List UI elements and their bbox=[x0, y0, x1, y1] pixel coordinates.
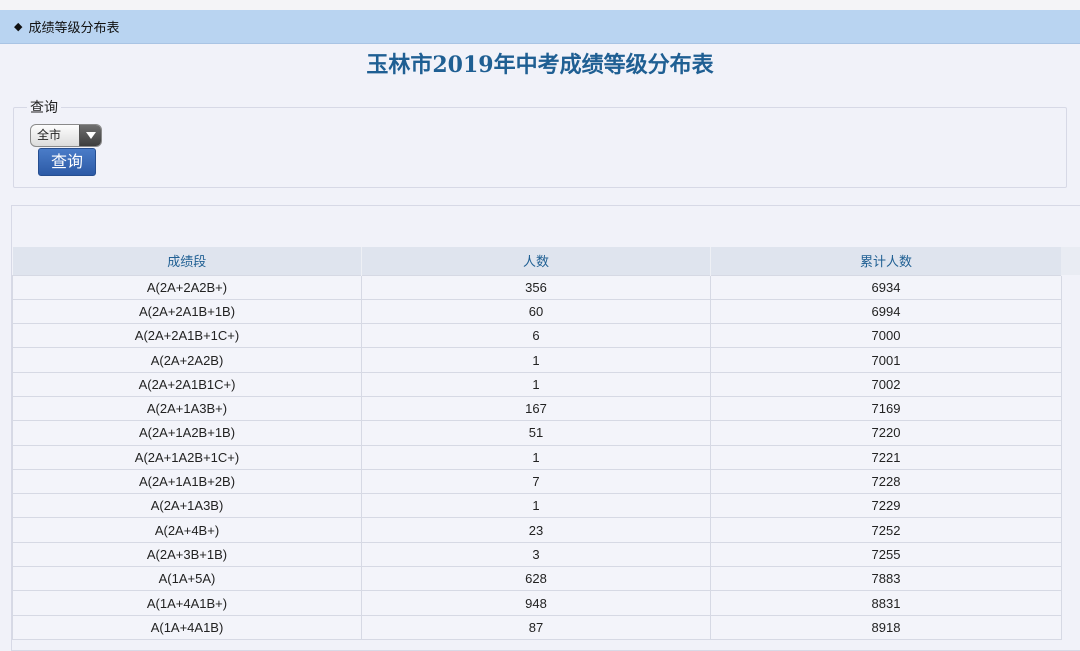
table-row: A(2A+1A3B) 1 7229 bbox=[12, 493, 1062, 519]
cell-count: 628 bbox=[361, 566, 711, 592]
table-row: A(2A+2A2B) 1 7001 bbox=[12, 347, 1062, 373]
grade-distribution-table: 成绩段 人数 累计人数 A(2A+2A2B+) 356 6934 A(2A+2A1B+… bbox=[12, 247, 1062, 640]
table-row: A(2A+3B+1B) 3 7255 bbox=[12, 541, 1062, 568]
cell-score-band: A(2A+1A2B+1C+) bbox=[12, 444, 362, 470]
cell-cumulative: 7252 bbox=[710, 517, 1062, 543]
cell-cumulative: 7255 bbox=[710, 541, 1062, 568]
query-legend: 查询 bbox=[30, 100, 58, 116]
table-row: A(2A+1A2B+1B) 51 7220 bbox=[12, 420, 1062, 446]
cell-score-band: A(2A+3B+1B) bbox=[12, 541, 362, 568]
cell-count: 356 bbox=[361, 274, 711, 300]
cell-score-band: A(2A+2A1B+1C+) bbox=[12, 323, 362, 349]
cell-count: 1 bbox=[361, 371, 711, 397]
dropdown-arrow-icon[interactable] bbox=[79, 125, 101, 146]
table-row: A(1A+4A1B) 87 8918 bbox=[12, 614, 1062, 640]
cell-cumulative: 6994 bbox=[710, 298, 1062, 325]
cell-score-band: A(2A+1A3B+) bbox=[12, 395, 362, 422]
column-header-score-band[interactable]: 成绩段 bbox=[12, 247, 362, 275]
column-header-count[interactable]: 人数 bbox=[361, 247, 711, 275]
cell-cumulative: 6934 bbox=[710, 274, 1062, 300]
table-row: A(2A+2A1B+1C+) 6 7000 bbox=[12, 323, 1062, 349]
cell-cumulative: 7883 bbox=[710, 566, 1062, 592]
cell-score-band: A(2A+4B+) bbox=[12, 517, 362, 543]
cell-score-band: A(1A+4A1B+) bbox=[12, 590, 362, 616]
table-row: A(2A+1A1B+2B) 7 7228 bbox=[12, 468, 1062, 495]
query-button[interactable]: 查询 bbox=[38, 148, 96, 176]
cell-count: 3 bbox=[361, 541, 711, 568]
cell-cumulative: 7220 bbox=[710, 420, 1062, 446]
cell-score-band: A(2A+2A2B) bbox=[12, 347, 362, 373]
cell-count: 60 bbox=[361, 298, 711, 325]
cell-cumulative: 7002 bbox=[710, 371, 1062, 397]
table-row: A(2A+2A1B1C+) 1 7002 bbox=[12, 371, 1062, 397]
cell-score-band: A(1A+4A1B) bbox=[12, 614, 362, 640]
table-row: A(1A+5A) 628 7883 bbox=[12, 566, 1062, 592]
section-header-title: 成绩等级分布表 bbox=[28, 21, 120, 36]
cell-cumulative: 7229 bbox=[710, 493, 1062, 519]
cell-score-band: A(2A+1A3B) bbox=[12, 493, 362, 519]
table-row: A(2A+4B+) 23 7252 bbox=[12, 517, 1062, 543]
cell-count: 51 bbox=[361, 420, 711, 446]
section-header: ◆ 成绩等级分布表 bbox=[0, 10, 1080, 44]
city-select[interactable]: 全市 bbox=[30, 124, 102, 147]
city-select-value: 全市 bbox=[37, 128, 62, 142]
cell-count: 6 bbox=[361, 323, 711, 349]
table-row: A(2A+2A2B+) 356 6934 bbox=[12, 274, 1062, 300]
cell-score-band: A(2A+1A2B+1B) bbox=[12, 420, 362, 446]
cell-cumulative: 8831 bbox=[710, 590, 1062, 616]
table-row: A(1A+4A1B+) 948 8831 bbox=[12, 590, 1062, 616]
column-header-cumulative[interactable]: 累计人数 bbox=[710, 247, 1062, 275]
cell-cumulative: 7000 bbox=[710, 323, 1062, 349]
cell-score-band: A(2A+1A1B+2B) bbox=[12, 468, 362, 495]
cell-count: 7 bbox=[361, 468, 711, 495]
cell-count: 1 bbox=[361, 347, 711, 373]
cell-score-band: A(2A+2A1B+1B) bbox=[12, 298, 362, 325]
cell-cumulative: 7221 bbox=[710, 444, 1062, 470]
cell-score-band: A(2A+2A2B+) bbox=[12, 274, 362, 300]
cell-cumulative: 7001 bbox=[710, 347, 1062, 373]
cell-score-band: A(2A+2A1B1C+) bbox=[12, 371, 362, 397]
table-header-row: 成绩段 人数 累计人数 bbox=[12, 247, 1062, 275]
cell-count: 87 bbox=[361, 614, 711, 640]
diamond-icon: ◆ bbox=[14, 20, 23, 33]
header-tail bbox=[1061, 247, 1080, 275]
cell-cumulative: 8918 bbox=[710, 614, 1062, 640]
query-fieldset: 查询 bbox=[13, 97, 1067, 188]
cell-cumulative: 7228 bbox=[710, 468, 1062, 495]
cell-count: 23 bbox=[361, 517, 711, 543]
table-row: A(2A+1A2B+1C+) 1 7221 bbox=[12, 444, 1062, 470]
page-title: 玉林市2019年中考成绩等级分布表 bbox=[366, 52, 714, 78]
triangle-down-icon bbox=[85, 132, 96, 139]
cell-count: 1 bbox=[361, 444, 711, 470]
cell-count: 948 bbox=[361, 590, 711, 616]
cell-count: 1 bbox=[361, 493, 711, 519]
cell-cumulative: 7169 bbox=[710, 395, 1062, 422]
table-row: A(2A+1A3B+) 167 7169 bbox=[12, 395, 1062, 422]
cell-score-band: A(1A+5A) bbox=[12, 566, 362, 592]
table-row: A(2A+2A1B+1B) 60 6994 bbox=[12, 298, 1062, 325]
cell-count: 167 bbox=[361, 395, 711, 422]
top-gap bbox=[0, 0, 1080, 10]
